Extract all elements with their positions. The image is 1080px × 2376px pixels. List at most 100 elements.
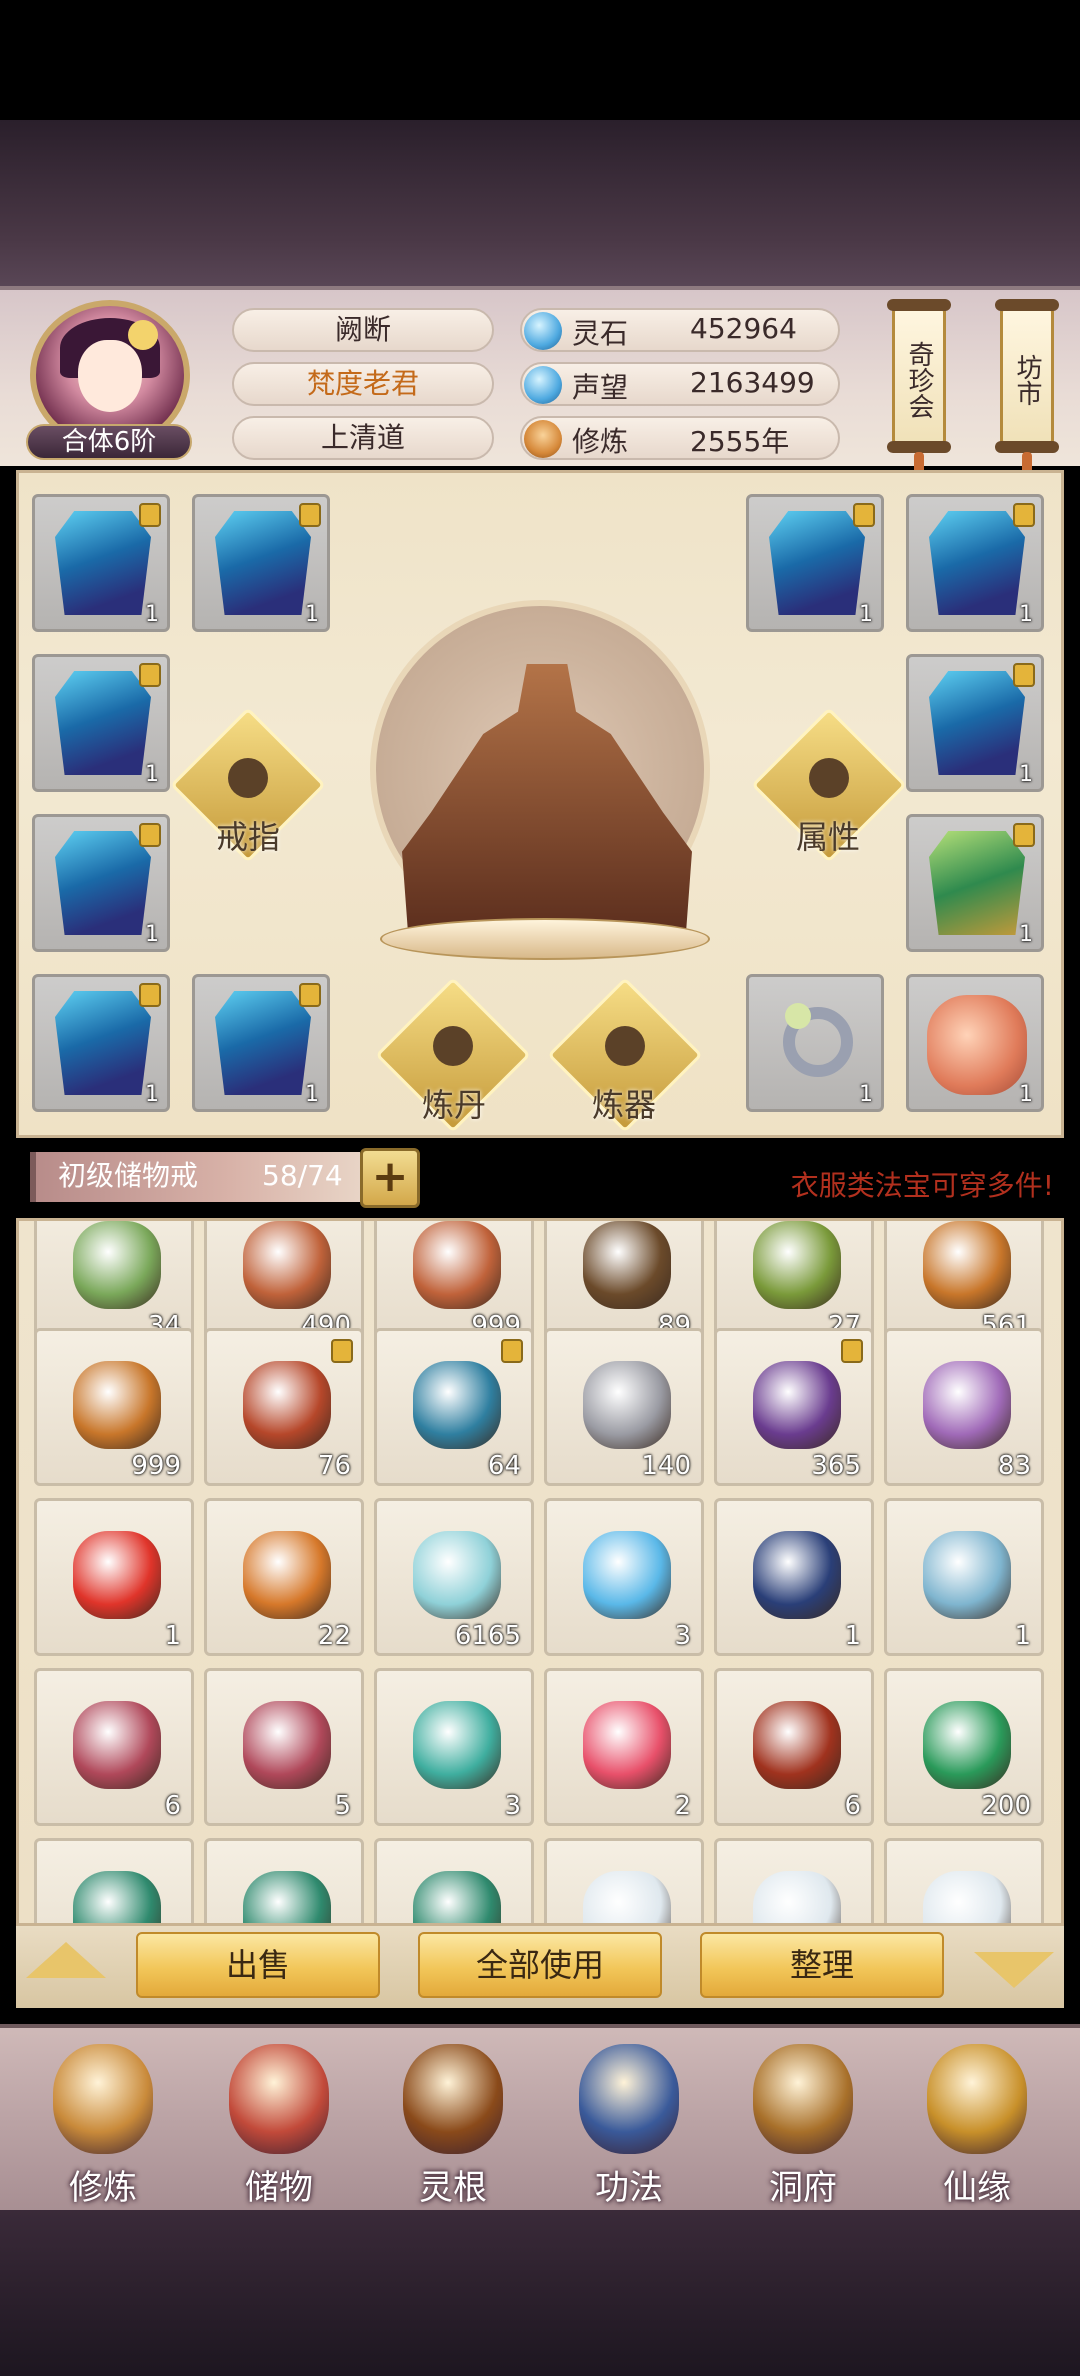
sell-button[interactable]: 出售: [136, 1932, 380, 1998]
equip-slot-11[interactable]: 1: [746, 974, 884, 1112]
robe-icon: [769, 511, 865, 615]
red-pearl-icon: [73, 1531, 161, 1619]
nav-fortune[interactable]: 仙缘: [902, 2044, 1052, 2214]
item-slot[interactable]: [714, 1838, 874, 1923]
hair-flower-icon: [128, 320, 158, 350]
item-slot[interactable]: 6: [34, 1668, 194, 1826]
item-slot[interactable]: 83: [884, 1328, 1044, 1486]
rice-tray-icon: [73, 1701, 161, 1789]
item-slot[interactable]: 22: [204, 1498, 364, 1656]
storage-hint: 衣服类法宝可穿多件!: [790, 1169, 1054, 1202]
item-slot[interactable]: 6165: [374, 1498, 534, 1656]
nav-storage[interactable]: 储物: [204, 2044, 354, 2214]
sage-hat-icon: [809, 758, 849, 798]
item-slot[interactable]: 1: [34, 1498, 194, 1656]
item-cell-clip: 140: [544, 1328, 704, 1486]
item-slot[interactable]: 64: [374, 1328, 534, 1486]
item-slot[interactable]: 1: [884, 1498, 1044, 1656]
lock-icon: [139, 823, 161, 847]
lock-icon: [1013, 823, 1035, 847]
worm-icon: [923, 1221, 1011, 1309]
alchemy-label: 炼丹: [422, 1086, 487, 1124]
equip-slot-7[interactable]: 1: [32, 814, 170, 952]
treasure-shop-button[interactable]: 奇珍会: [887, 299, 951, 453]
item-slot[interactable]: [884, 1838, 1044, 1923]
spirit-root-icon: [403, 2044, 503, 2154]
equip-slot-9[interactable]: 1: [32, 974, 170, 1112]
item-slot[interactable]: 76: [204, 1328, 364, 1486]
equip-slot-2[interactable]: 1: [192, 494, 330, 632]
nav-spirit-root[interactable]: 灵根: [378, 2044, 528, 2214]
item-count: 6165: [454, 1621, 521, 1651]
equip-slot-5[interactable]: 1: [32, 654, 170, 792]
equip-slot-10[interactable]: 1: [192, 974, 330, 1112]
equip-slot-6[interactable]: 1: [906, 654, 1044, 792]
book-icon: [579, 2044, 679, 2154]
item-slot[interactable]: [544, 1838, 704, 1923]
item-slot[interactable]: [374, 1838, 534, 1923]
item-count: 1: [859, 1082, 873, 1107]
item-cell-clip: 83: [884, 1328, 1044, 1486]
scroll-down-arrow-icon[interactable]: [974, 1952, 1054, 1988]
meditate-icon: [53, 2044, 153, 2154]
item-count: 1: [1019, 602, 1033, 627]
item-slot[interactable]: 3: [374, 1668, 534, 1826]
attributes-label: 属性: [796, 818, 861, 856]
item-count: 1: [145, 1082, 159, 1107]
cultivation-icon: [524, 420, 562, 458]
lock-icon: [331, 1339, 353, 1363]
resource-value: 452964: [690, 312, 797, 345]
market-button[interactable]: 坊市: [995, 299, 1059, 453]
worm-icon: [73, 1361, 161, 1449]
scroll-up-arrow-icon[interactable]: [26, 1942, 106, 1978]
storage-capacity: 58/74: [262, 1159, 343, 1192]
item-count: 3: [504, 1791, 521, 1821]
pod-icon: [583, 1221, 671, 1309]
equip-slot-4[interactable]: 1: [906, 494, 1044, 632]
lock-icon: [139, 503, 161, 527]
bottom-background: [0, 2210, 1080, 2376]
item-count: 64: [487, 1451, 521, 1481]
nav-cave[interactable]: 洞府: [728, 2044, 878, 2214]
player-title: 梵度老君: [232, 362, 494, 406]
item-slot[interactable]: 6: [714, 1668, 874, 1826]
item-count: 83: [997, 1451, 1031, 1481]
blue-crystal-icon: [413, 1361, 501, 1449]
lock-icon: [139, 983, 161, 1007]
item-cell-clip: [34, 1838, 194, 1923]
expand-storage-button[interactable]: +: [360, 1148, 420, 1208]
item-slot[interactable]: [204, 1838, 364, 1923]
equip-slot-12[interactable]: 1: [906, 974, 1044, 1112]
item-slot[interactable]: 200: [884, 1668, 1044, 1826]
nav-techniques[interactable]: 功法: [554, 2044, 704, 2214]
robe-icon: [55, 991, 151, 1095]
item-cell-clip: 3: [374, 1668, 534, 1826]
resource-prestige: 声望 2163499: [520, 362, 840, 406]
equip-slot-8[interactable]: 1: [906, 814, 1044, 952]
player-path: 上清道: [232, 416, 494, 460]
item-count: 1: [1019, 922, 1033, 947]
jade-rice-icon: [413, 1701, 501, 1789]
item-slot[interactable]: 1: [714, 1498, 874, 1656]
item-count: 76: [317, 1451, 351, 1481]
armor-icon: [73, 1871, 161, 1923]
sort-button[interactable]: 整理: [700, 1932, 944, 1998]
item-count: 1: [844, 1621, 861, 1651]
item-slot[interactable]: 2: [544, 1668, 704, 1826]
equip-slot-3[interactable]: 1: [746, 494, 884, 632]
resource-value: 2555年: [690, 425, 790, 458]
nav-cultivate[interactable]: 修炼: [28, 2044, 178, 2214]
robe-icon: [55, 671, 151, 775]
item-slot[interactable]: [34, 1838, 194, 1923]
item-slot[interactable]: 3: [544, 1498, 704, 1656]
equip-slot-1[interactable]: 1: [32, 494, 170, 632]
item-slot[interactable]: 999: [34, 1328, 194, 1486]
item-slot[interactable]: 5: [204, 1668, 364, 1826]
item-slot[interactable]: 140: [544, 1328, 704, 1486]
item-slot[interactable]: 365: [714, 1328, 874, 1486]
lock-icon: [139, 663, 161, 687]
item-cell-clip: 1: [714, 1498, 874, 1656]
use-all-button[interactable]: 全部使用: [418, 1932, 662, 1998]
resource-label: 灵石: [572, 317, 629, 350]
resource-label: 修炼: [572, 425, 629, 458]
